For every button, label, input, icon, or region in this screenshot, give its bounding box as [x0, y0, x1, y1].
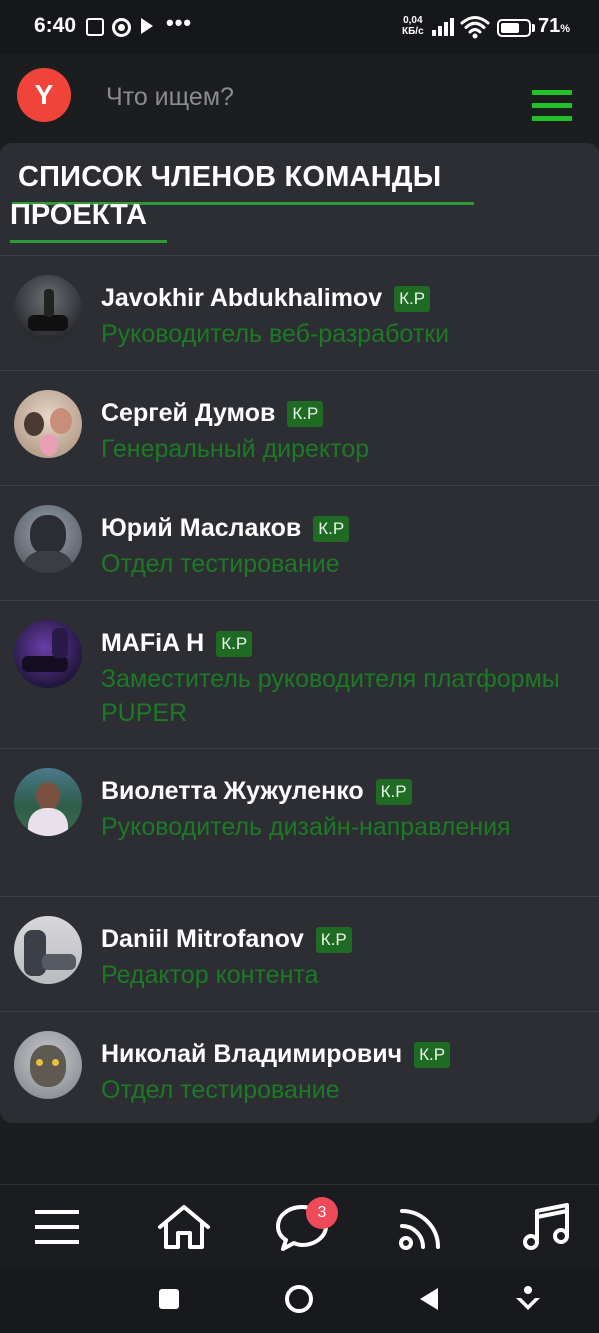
member-name: Javokhir Abdukhalimov — [101, 284, 383, 312]
kp-badge: К.Р — [313, 515, 350, 542]
net-speed-value: 0,04 — [403, 15, 423, 26]
member-role: Руководитель дизайн-направления — [101, 813, 511, 841]
status-time: 6:40 — [34, 14, 77, 37]
kp-badge: К.Р — [315, 926, 352, 953]
member-name-line: Юрий Маслаков К.Р — [101, 514, 350, 543]
member-role: Отдел тестирование — [101, 1076, 340, 1104]
battery-tip — [532, 24, 535, 32]
kp-badge: К.Р — [394, 285, 431, 312]
member-role: Генеральный директор — [101, 435, 370, 463]
avatar — [14, 275, 82, 343]
avatar — [14, 620, 82, 688]
member-name-line: Николай Владимирович К.Р — [101, 1040, 451, 1069]
member-name-line: Виолетта Жужуленко К.Р — [101, 777, 412, 806]
avatar — [14, 390, 82, 458]
chrome-icon — [112, 18, 131, 37]
member-name-line: Javokhir Abdukhalimov К.Р — [101, 284, 431, 313]
list-item[interactable]: Виолетта Жужуленко К.Р Руководитель диза… — [0, 748, 599, 896]
home-button[interactable] — [282, 1282, 316, 1316]
home-icon[interactable] — [154, 1197, 214, 1257]
member-role: Руководитель веб-разработки — [101, 320, 450, 348]
back-button[interactable] — [412, 1282, 446, 1316]
member-role: Заместитель руководителя платформы PUPER — [101, 665, 560, 727]
avatar — [14, 768, 82, 836]
member-name: Николай Владимирович — [101, 1040, 403, 1068]
member-name-line: MAFiA H К.Р — [101, 629, 253, 658]
member-name-line: Сергей Думов К.Р — [101, 399, 324, 428]
battery-percent: 71% — [538, 15, 571, 37]
list-item[interactable]: Сергей Думов К.Р Генеральный директор — [0, 370, 599, 485]
play-icon — [141, 18, 153, 34]
list-item[interactable]: MAFiA H К.Р Заместитель руководителя пла… — [0, 600, 599, 748]
app-logo[interactable]: Y — [17, 68, 71, 122]
member-name: MAFiA H — [101, 629, 205, 657]
battery-icon — [497, 19, 531, 37]
title-underline — [10, 240, 167, 243]
recent-apps-button[interactable] — [152, 1282, 186, 1316]
net-speed-unit: КБ/с — [402, 26, 424, 37]
music-icon[interactable] — [516, 1197, 576, 1257]
member-name: Сергей Думов — [101, 399, 276, 427]
avatar — [14, 505, 82, 573]
menu-icon[interactable] — [27, 1197, 87, 1257]
avatar — [14, 916, 82, 984]
kp-badge: К.Р — [216, 630, 253, 657]
screen-record-icon — [86, 18, 104, 36]
kp-badge: К.Р — [375, 778, 412, 805]
member-list: Javokhir Abdukhalimov К.Р Руководитель в… — [0, 255, 599, 1123]
kp-badge: К.Р — [287, 400, 324, 427]
list-item[interactable]: Юрий Маслаков К.Р Отдел тестирование — [0, 485, 599, 600]
net-speed: 0,04 КБ/с — [402, 15, 424, 37]
hamburger-menu-icon[interactable] — [532, 90, 572, 124]
member-role: Отдел тестирование — [101, 550, 340, 578]
status-bar: 6:40 ••• 0,04 КБ/с 71% — [0, 0, 599, 54]
avatar — [14, 1031, 82, 1099]
search-input[interactable] — [92, 74, 492, 120]
team-members-card: СПИСОК ЧЛЕНОВ КОМАНДЫ ПРОЕКТА Javokhir A… — [0, 143, 599, 1123]
member-name: Daniil Mitrofanov — [101, 925, 304, 953]
signal-icon — [432, 18, 456, 36]
section-title-line2: ПРОЕКТА — [10, 199, 147, 231]
back-triangle-icon — [420, 1288, 438, 1310]
feed-icon[interactable] — [392, 1197, 452, 1257]
bottom-nav — [0, 1184, 599, 1268]
chat-unread-badge: 3 — [306, 1197, 338, 1229]
member-name: Юрий Маслаков — [101, 514, 302, 542]
list-item[interactable]: Daniil Mitrofanov К.Р Редактор контента — [0, 896, 599, 1011]
member-role: Редактор контента — [101, 961, 319, 989]
battery-fill — [501, 23, 519, 33]
member-name-line: Daniil Mitrofanov К.Р — [101, 925, 352, 954]
assist-button[interactable] — [511, 1282, 545, 1316]
circle-home-icon — [285, 1285, 313, 1313]
section-title: СПИСОК ЧЛЕНОВ КОМАНДЫ ПРОЕКТА — [0, 143, 599, 255]
more-dots-icon: ••• — [166, 10, 193, 35]
list-item[interactable]: Javokhir Abdukhalimov К.Р Руководитель в… — [0, 255, 599, 370]
kp-badge: К.Р — [414, 1041, 451, 1068]
app-header: Y — [0, 54, 599, 144]
section-title-line1: СПИСОК ЧЛЕНОВ КОМАНДЫ — [18, 161, 442, 193]
assist-icon — [516, 1286, 540, 1310]
list-item[interactable]: Николай Владимирович К.Р Отдел тестирова… — [0, 1011, 599, 1123]
wifi-icon — [460, 16, 490, 39]
system-nav — [0, 1268, 599, 1333]
member-name: Виолетта Жужуленко — [101, 777, 364, 805]
